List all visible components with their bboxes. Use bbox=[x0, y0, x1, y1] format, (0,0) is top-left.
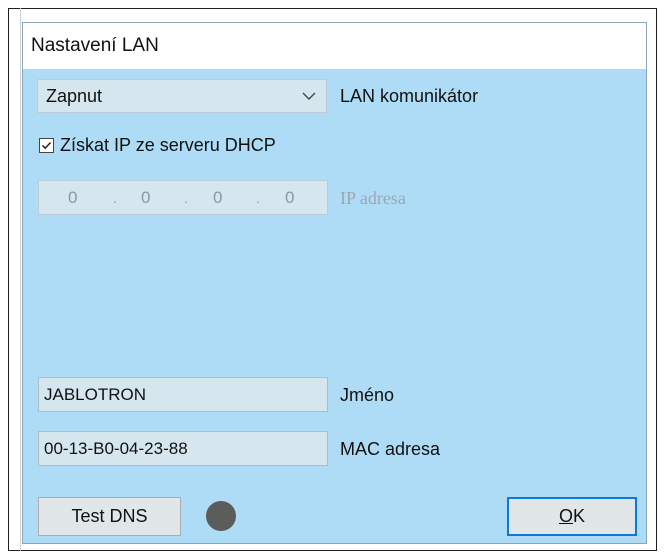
dialog-title: Nastavení LAN bbox=[23, 23, 646, 69]
ip-separator: . bbox=[113, 190, 117, 206]
lan-mode-select[interactable]: Zapnut bbox=[37, 79, 327, 113]
name-field[interactable]: JABLOTRON bbox=[38, 377, 328, 412]
lan-mode-label: LAN komunikátor bbox=[340, 86, 479, 106]
chevron-down-icon bbox=[302, 80, 316, 123]
mac-address-field[interactable]: 00-13-B0-04-23-88 bbox=[38, 431, 328, 466]
background-divider bbox=[20, 8, 21, 551]
lan-settings-dialog: Nastavení LAN Zapnut LAN komunikátor Zís… bbox=[22, 22, 647, 544]
dhcp-checkbox[interactable] bbox=[39, 138, 54, 153]
mac-address-label: MAC adresa bbox=[340, 439, 441, 459]
dhcp-label: Získat IP ze serveru DHCP bbox=[60, 135, 276, 155]
dhcp-checkbox-row[interactable]: Získat IP ze serveru DHCP bbox=[39, 135, 276, 156]
ok-button[interactable]: OK bbox=[507, 497, 637, 536]
ip-octet-2: 0 bbox=[141, 188, 151, 207]
ip-octet-1: 0 bbox=[68, 188, 78, 207]
dns-status-indicator bbox=[206, 501, 236, 531]
lan-mode-value: Zapnut bbox=[46, 86, 103, 106]
ip-octet-3: 0 bbox=[213, 188, 223, 207]
ip-octet-4: 0 bbox=[285, 188, 295, 207]
ip-separator: . bbox=[256, 190, 260, 206]
test-dns-button[interactable]: Test DNS bbox=[38, 497, 181, 536]
ip-separator: . bbox=[184, 190, 188, 206]
ok-label-rest: K bbox=[573, 506, 586, 526]
ip-address-field: 0 . 0 . 0 . 0 bbox=[38, 180, 328, 215]
ip-address-label: IP adresa bbox=[340, 188, 406, 208]
ok-mnemonic: O bbox=[558, 506, 573, 526]
name-label: Jméno bbox=[340, 385, 395, 405]
check-icon bbox=[41, 141, 52, 150]
